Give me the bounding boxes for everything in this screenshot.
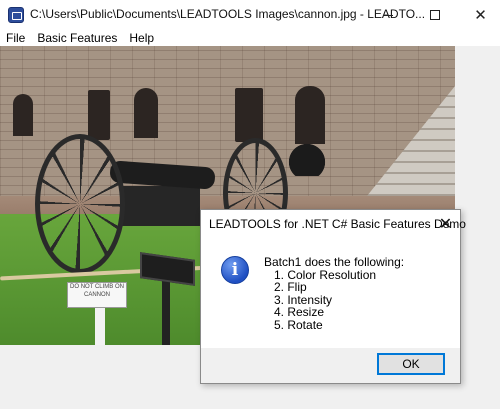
menu-basic-features[interactable]: Basic Features (31, 30, 123, 46)
menu-file[interactable]: File (0, 30, 31, 46)
wall-arch (295, 86, 325, 144)
info-icon: i (221, 256, 249, 284)
wall-arch (134, 88, 158, 138)
minimize-button[interactable] (365, 0, 410, 30)
menu-help[interactable]: Help (123, 30, 160, 46)
cannonball-pile (282, 141, 332, 176)
dialog-titlebar[interactable]: LEADTOOLS for .NET C# Basic Features Dem… (201, 210, 466, 238)
dialog-body: i Batch1 does the following: 1. Color Re… (201, 238, 460, 348)
app-icon (8, 7, 24, 23)
menu-bar: File Basic Features Help (0, 30, 500, 46)
message-step: 2. Flip (274, 280, 307, 294)
message-dialog: LEADTOOLS for .NET C# Basic Features Dem… (200, 209, 466, 384)
maximize-button[interactable] (412, 0, 457, 30)
message-intro: Batch1 does the following: (264, 255, 405, 269)
dialog-title: LEADTOOLS for .NET C# Basic Features Dem… (209, 217, 466, 231)
ok-button[interactable]: OK (377, 353, 445, 375)
close-icon: ✕ (438, 216, 453, 233)
cannon-carriage (120, 186, 200, 226)
maximize-icon (429, 10, 440, 20)
window-titlebar[interactable]: C:\Users\Public\Documents\LEADTOOLS Imag… (0, 0, 500, 30)
wall-arch (13, 94, 33, 136)
dialog-message: Batch1 does the following: 1. Color Reso… (264, 256, 404, 331)
wall-door (235, 88, 263, 142)
close-icon: ✕ (474, 7, 487, 24)
message-step: 4. Resize (274, 305, 325, 319)
minimize-icon (382, 14, 393, 16)
warning-sign: DO NOT CLIMB ON CANNON (67, 282, 127, 308)
info-icon-glyph: i (231, 260, 239, 280)
close-button[interactable]: ✕ (458, 0, 500, 30)
cannon-wheel (35, 134, 125, 274)
dialog-footer: OK (201, 348, 460, 383)
message-step: 5. Rotate (274, 317, 323, 332)
plaque-post (162, 276, 170, 345)
wall-door (88, 90, 110, 140)
dialog-close-button[interactable]: ✕ (431, 210, 460, 238)
